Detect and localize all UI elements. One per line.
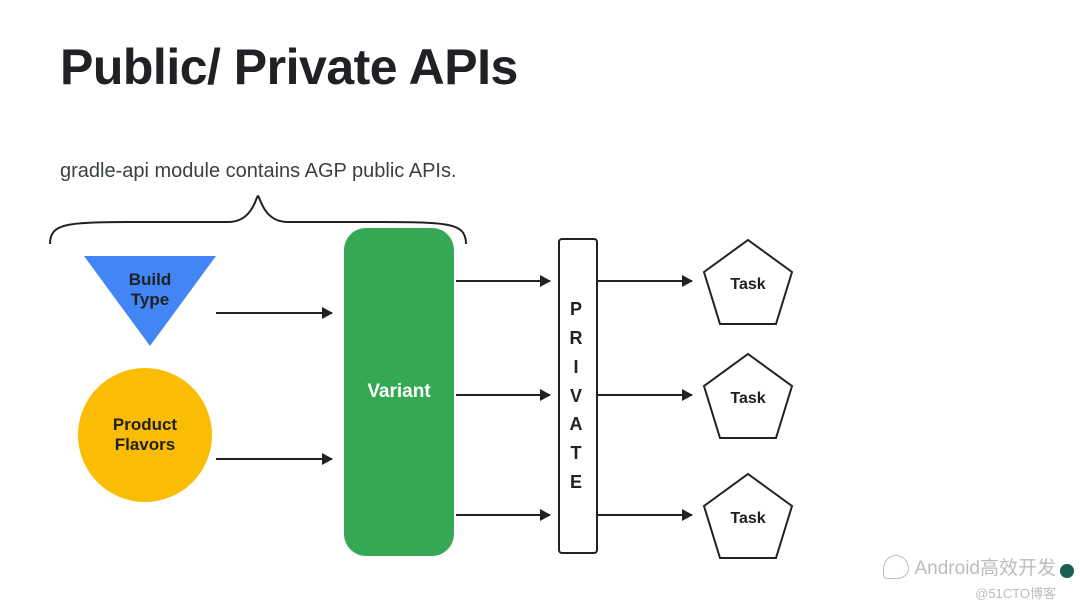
arrow-variant-to-private-2 [456,394,550,396]
task-shape-3: Task [702,472,794,560]
product-flavors-label: Product Flavors [113,415,177,456]
slide-title: Public/ Private APIs [60,38,518,96]
private-box: PRIVATE [558,238,598,554]
wechat-icon [883,555,909,579]
build-type-shape: Build Type [84,256,216,346]
arrow-private-to-task-3 [598,514,692,516]
arrow-buildtype-to-variant [216,312,332,314]
arrow-flavors-to-variant [216,458,332,460]
slide-container: Public/ Private APIs gradle-api module c… [0,0,1080,608]
product-flavors-shape: Product Flavors [78,368,212,502]
variant-label: Variant [367,381,430,403]
task-shape-1: Task [702,238,794,326]
task-shape-2: Task [702,352,794,440]
decorative-dot-icon [1060,564,1074,578]
build-type-label: Build Type [84,270,216,309]
task-label-3: Task [702,510,794,528]
watermark-account: Android高效开发 [883,553,1057,580]
watermark-account-text: Android高效开发 [915,553,1057,580]
arrow-private-to-task-1 [598,280,692,282]
task-label-1: Task [702,276,794,294]
task-label-2: Task [702,390,794,408]
private-label: PRIVATE [570,295,587,497]
watermark-site: @51CTO博客 [975,583,1056,602]
variant-shape: Variant [344,228,454,556]
arrow-variant-to-private-1 [456,280,550,282]
arrow-variant-to-private-3 [456,514,550,516]
arrow-private-to-task-2 [598,394,692,396]
slide-subtitle: gradle-api module contains AGP public AP… [60,160,457,183]
